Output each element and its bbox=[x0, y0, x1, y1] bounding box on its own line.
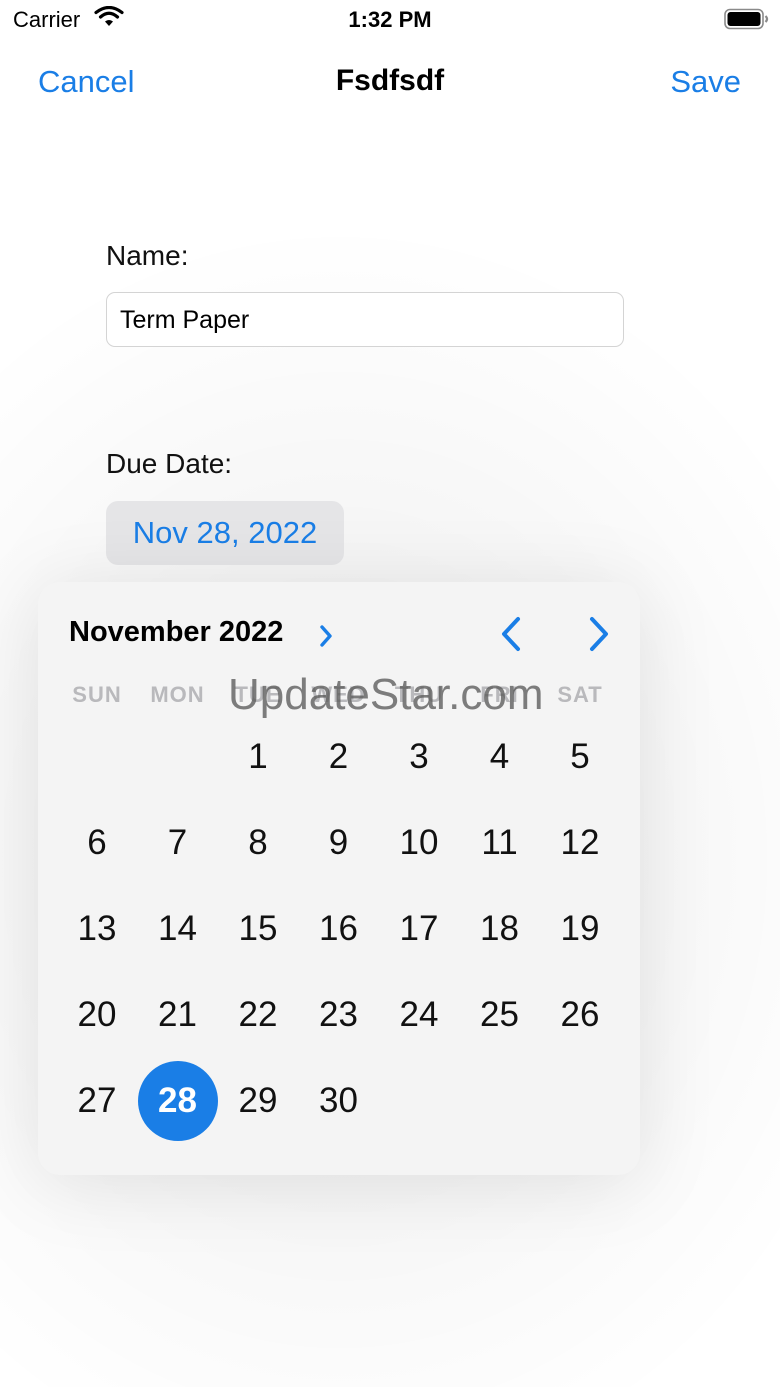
page-title: Fsdfsdf bbox=[335, 64, 445, 97]
status-bar: Carrier 1:32 PM bbox=[0, 0, 780, 40]
calendar-day[interactable]: 25 bbox=[460, 975, 540, 1055]
calendar-day[interactable]: 9 bbox=[299, 803, 379, 883]
calendar-day[interactable]: 20 bbox=[57, 975, 137, 1055]
weekday-label: SAT bbox=[557, 682, 603, 707]
calendar-day[interactable]: 3 bbox=[379, 717, 459, 797]
calendar-day[interactable]: 18 bbox=[460, 889, 540, 969]
clock: 1:32 PM bbox=[348, 7, 432, 32]
battery-icon bbox=[724, 8, 769, 30]
calendar-day[interactable]: 4 bbox=[460, 717, 540, 797]
selected-day[interactable]: 28 bbox=[137, 1061, 218, 1141]
calendar-day[interactable]: 21 bbox=[138, 975, 218, 1055]
calendar-day[interactable]: 30 bbox=[299, 1061, 379, 1141]
due-date-button[interactable]: Nov 28, 2022 bbox=[106, 501, 344, 565]
chevron-right-icon[interactable] bbox=[318, 624, 334, 648]
calendar-day[interactable]: 1 bbox=[218, 717, 298, 797]
next-month-icon[interactable] bbox=[582, 616, 614, 652]
calendar-day[interactable]: 10 bbox=[379, 803, 459, 883]
weekday-label: FRI bbox=[480, 682, 519, 707]
calendar-day[interactable]: 19 bbox=[540, 889, 620, 969]
weekday-header: SUN MON TUE WED THU FRI SAT bbox=[57, 682, 621, 712]
calendar-day[interactable]: 14 bbox=[138, 889, 218, 969]
previous-month-icon[interactable] bbox=[496, 616, 528, 652]
weekday-label: WED bbox=[311, 682, 366, 707]
weekday-label: SUN bbox=[72, 682, 122, 707]
calendar-day[interactable]: 11 bbox=[460, 803, 540, 883]
weekday-label: THU bbox=[394, 682, 444, 707]
weekday-label: TUE bbox=[234, 682, 282, 707]
weekday-label: MON bbox=[150, 682, 205, 707]
calendar-day[interactable]: 16 bbox=[299, 889, 379, 969]
calendar-day[interactable]: 8 bbox=[218, 803, 298, 883]
name-label: Name: bbox=[106, 240, 189, 271]
month-year-button[interactable]: November 2022 bbox=[69, 616, 283, 649]
calendar-day[interactable]: 15 bbox=[218, 889, 298, 969]
save-button[interactable]: Save bbox=[670, 64, 741, 100]
calendar-popover: November 2022 SUN MON TUE WED THU FRI SAT 1234… bbox=[38, 582, 640, 1175]
navigation-bar: Cancel Fsdfsdf Save bbox=[0, 52, 780, 108]
calendar-day[interactable]: 6 bbox=[57, 803, 137, 883]
calendar-day[interactable]: 29 bbox=[218, 1061, 298, 1141]
calendar-day[interactable]: 23 bbox=[299, 975, 379, 1055]
calendar-day[interactable]: 26 bbox=[540, 975, 620, 1055]
calendar-day[interactable]: 5 bbox=[540, 717, 620, 797]
calendar-day[interactable]: 22 bbox=[218, 975, 298, 1055]
calendar-day[interactable]: 7 bbox=[138, 803, 218, 883]
calendar-day[interactable]: 13 bbox=[57, 889, 137, 969]
due-date-label: Due Date: bbox=[106, 448, 233, 479]
calendar-day[interactable]: 24 bbox=[379, 975, 459, 1055]
name-input[interactable]: Term Paper bbox=[106, 292, 624, 347]
calendar-day[interactable]: 12 bbox=[540, 803, 620, 883]
calendar-day[interactable]: 27 bbox=[57, 1061, 137, 1141]
calendar-day[interactable]: 2 bbox=[299, 717, 379, 797]
calendar-day[interactable]: 17 bbox=[379, 889, 459, 969]
